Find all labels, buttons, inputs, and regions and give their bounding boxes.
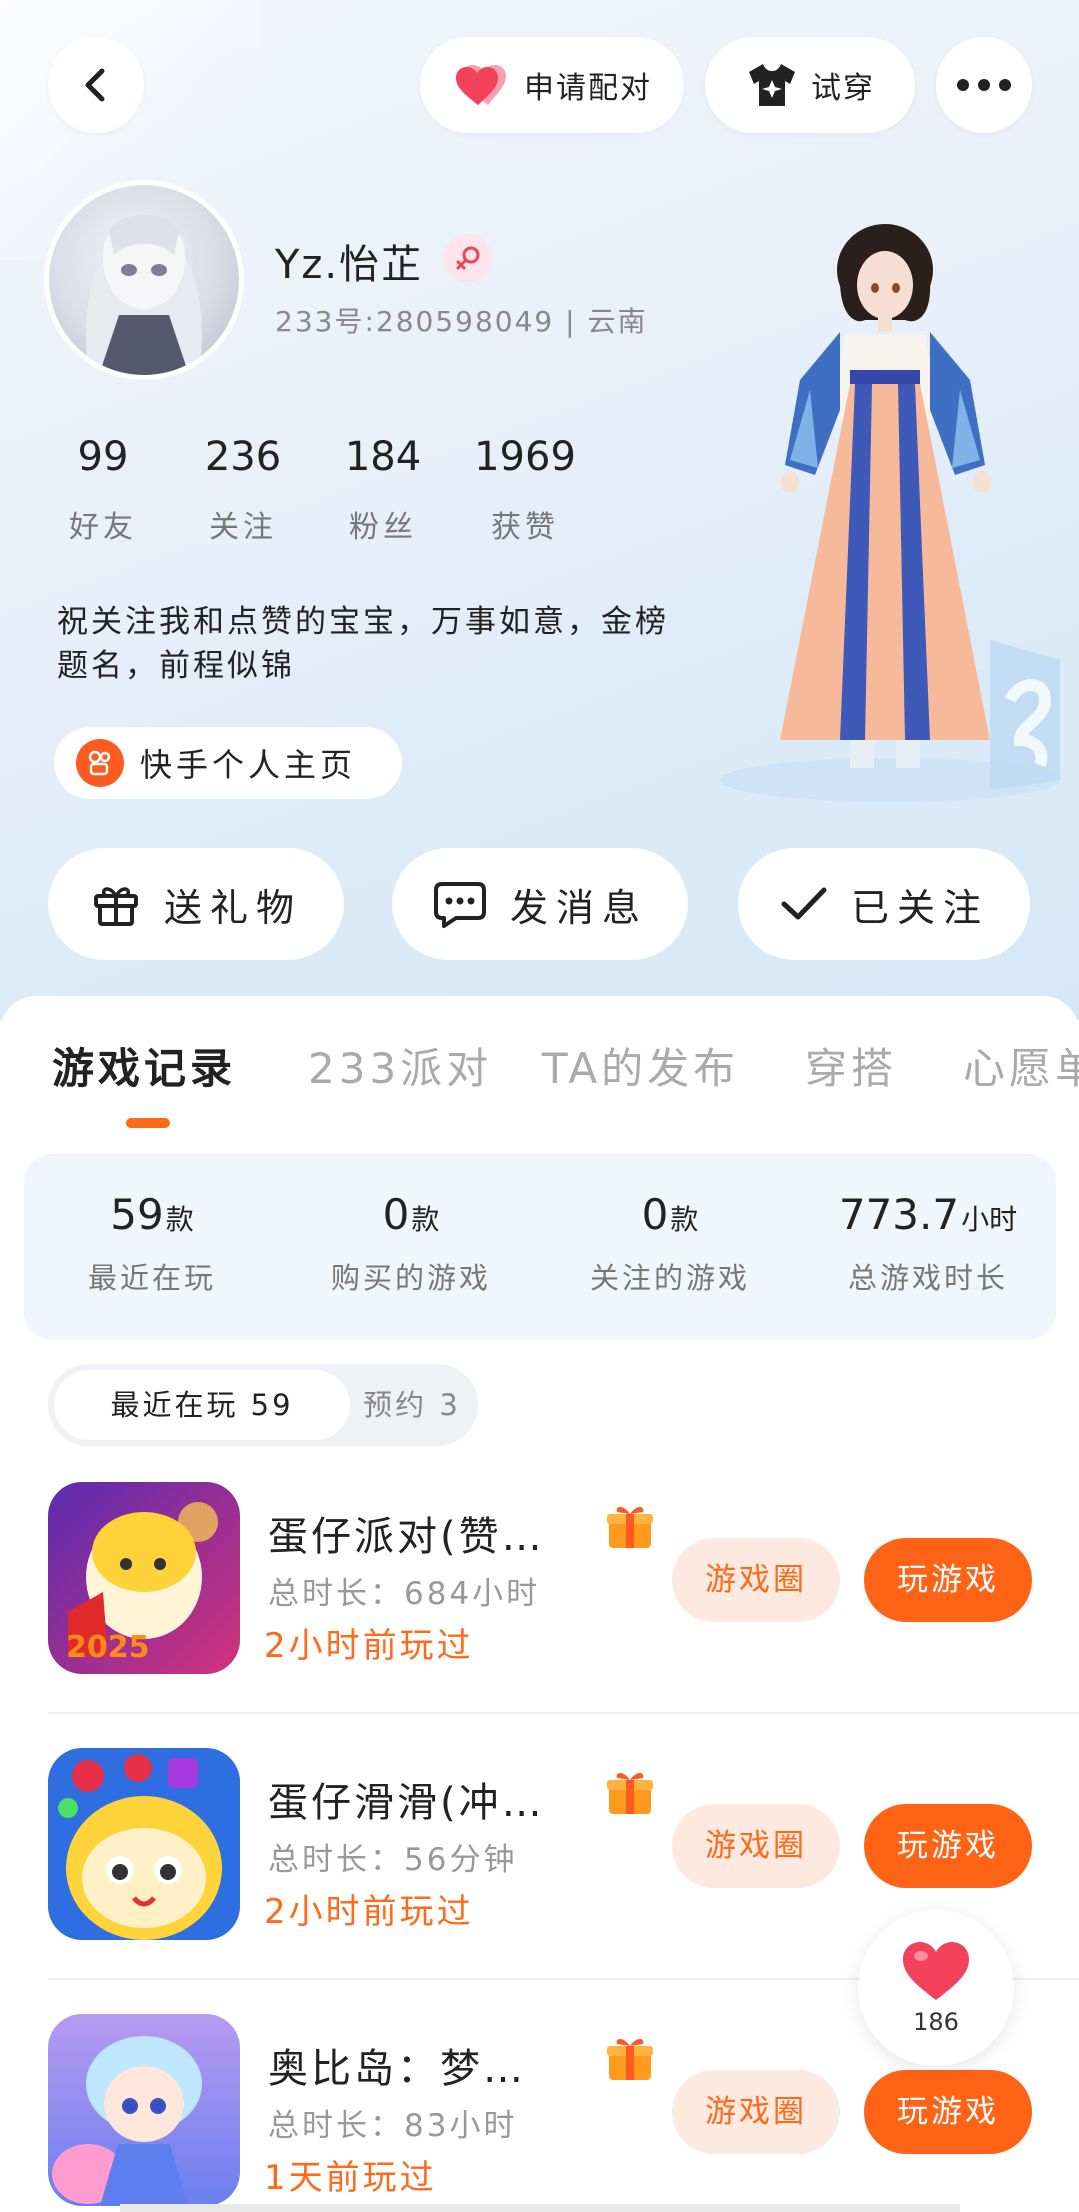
like-count: 186 bbox=[913, 2008, 959, 2036]
gift-box-icon[interactable] bbox=[605, 1768, 655, 1816]
stat-friends[interactable]: 99 好友 bbox=[48, 434, 158, 546]
play-game-button[interactable]: 玩游戏 bbox=[864, 1804, 1032, 1888]
game-stat-recent[interactable]: 59款 最近在玩 bbox=[32, 1190, 272, 1297]
filter-reserved[interactable]: 预约 3 bbox=[350, 1370, 474, 1440]
send-message-label: 发消息 bbox=[509, 885, 648, 930]
stat-label: 粉丝 bbox=[349, 510, 417, 545]
bottom-scroll-hint bbox=[120, 2204, 960, 2212]
active-tab-indicator bbox=[126, 1118, 170, 1128]
game-stat-purchased[interactable]: 0款 购买的游戏 bbox=[291, 1190, 531, 1297]
avatar-3d-character[interactable] bbox=[690, 220, 1070, 820]
try-on-button[interactable]: 试穿 bbox=[705, 37, 915, 133]
game-stat-value: 0 bbox=[641, 1190, 669, 1239]
filter-recent-playing[interactable]: 最近在玩 59 bbox=[54, 1370, 350, 1440]
tab-posts[interactable]: TA的发布 bbox=[542, 1035, 739, 1096]
game-stat-value: 0 bbox=[382, 1190, 410, 1239]
play-game-button[interactable]: 玩游戏 bbox=[864, 1538, 1032, 1622]
hearts-icon bbox=[456, 65, 506, 105]
stat-value: 99 bbox=[77, 434, 129, 480]
tab-233-party[interactable]: 233派对 bbox=[308, 1035, 492, 1096]
game-duration: 总时长：684小时 bbox=[268, 1576, 541, 1612]
game-title: 蛋仔派对(赞… bbox=[268, 1514, 545, 1560]
tab-wishlist[interactable]: 心愿单 bbox=[963, 1035, 1079, 1096]
play-game-button[interactable]: 玩游戏 bbox=[864, 2070, 1032, 2154]
like-floating-button[interactable]: 186 bbox=[858, 1910, 1014, 2066]
game-last-played: 1天前玩过 bbox=[264, 2158, 437, 2198]
send-gift-button[interactable]: 送礼物 bbox=[48, 848, 344, 960]
game-stat-total-time[interactable]: 773.7小时 总游戏时长 bbox=[808, 1190, 1048, 1297]
back-button[interactable] bbox=[48, 37, 144, 133]
avatar[interactable] bbox=[44, 180, 244, 380]
game-stat-value: 59 bbox=[110, 1190, 164, 1239]
game-icon-aobi-island[interactable] bbox=[48, 2014, 240, 2206]
game-stat-unit: 款 bbox=[670, 1203, 699, 1236]
game-stat-label: 购买的游戏 bbox=[330, 1261, 491, 1295]
game-stat-label: 关注的游戏 bbox=[589, 1261, 750, 1295]
kuaishou-icon bbox=[76, 739, 124, 787]
apply-match-button[interactable]: 申请配对 bbox=[420, 37, 684, 133]
game-title: 奥比岛：梦… bbox=[268, 2046, 526, 2092]
stat-label: 好友 bbox=[69, 510, 137, 545]
avatar-illustration bbox=[86, 215, 202, 375]
stat-value: 184 bbox=[344, 434, 422, 480]
send-gift-label: 送礼物 bbox=[163, 885, 302, 930]
followed-label: 已关注 bbox=[850, 885, 989, 930]
kuaishou-profile-link[interactable]: 快手个人主页 bbox=[54, 727, 402, 799]
stat-label: 获赞 bbox=[491, 510, 559, 545]
user-id-location: 233号:280598049 | 云南 bbox=[275, 305, 648, 338]
chevron-left-icon bbox=[85, 68, 105, 102]
game-icon-eggy-slide[interactable] bbox=[48, 1748, 240, 1940]
profile-page: 申请配对 试穿 Yz.怡芷 233号:280598049 | 云南 99 好友 … bbox=[0, 0, 1079, 2212]
username: Yz.怡芷 bbox=[275, 242, 424, 288]
kuaishou-link-label: 快手个人主页 bbox=[140, 746, 357, 784]
checkmark-icon bbox=[781, 887, 827, 920]
game-stat-unit: 款 bbox=[411, 1203, 440, 1236]
tab-game-records[interactable]: 游戏记录 bbox=[52, 1035, 236, 1096]
send-message-button[interactable]: 发消息 bbox=[392, 848, 688, 960]
game-stat-value: 773.7 bbox=[838, 1190, 960, 1239]
game-duration: 总时长：83小时 bbox=[268, 2108, 518, 2144]
game-stat-followed[interactable]: 0款 关注的游戏 bbox=[550, 1190, 790, 1297]
chat-bubble-icon bbox=[433, 882, 486, 928]
more-dots-icon bbox=[957, 79, 1011, 91]
game-last-played: 2小时前玩过 bbox=[264, 1626, 474, 1666]
heart-icon bbox=[903, 1942, 969, 2000]
game-icon-eggy-party[interactable]: 2025 bbox=[48, 1482, 240, 1674]
stat-label: 关注 bbox=[209, 510, 277, 545]
stat-value: 236 bbox=[204, 434, 282, 480]
try-on-label: 试穿 bbox=[811, 71, 875, 106]
tab-outfits[interactable]: 穿搭 bbox=[805, 1035, 897, 1096]
game-stat-label: 最近在玩 bbox=[87, 1261, 216, 1295]
list-divider bbox=[48, 1712, 1079, 1714]
game-stat-unit: 款 bbox=[165, 1203, 194, 1236]
female-icon bbox=[456, 246, 480, 270]
game-stat-unit: 小时 bbox=[961, 1203, 1018, 1236]
game-last-played: 2小时前玩过 bbox=[264, 1892, 474, 1932]
game-circle-button[interactable]: 游戏圈 bbox=[672, 2070, 840, 2154]
apply-match-label: 申请配对 bbox=[524, 71, 652, 106]
game-list-item[interactable]: 2025 蛋仔派对(赞… 总时长：684小时 2小时前玩过 游戏圈 玩游戏 bbox=[0, 1482, 1079, 1748]
stat-likes[interactable]: 1969 获赞 bbox=[470, 434, 580, 546]
stat-fans[interactable]: 184 粉丝 bbox=[328, 434, 438, 546]
profile-bio: 祝关注我和点赞的宝宝，万事如意，金榜题名，前程似锦 bbox=[57, 604, 669, 684]
more-button[interactable] bbox=[936, 37, 1032, 133]
character-illustration bbox=[720, 224, 1060, 802]
game-icon-year: 2025 bbox=[66, 1630, 150, 1665]
gift-box-icon[interactable] bbox=[605, 1502, 655, 1550]
game-circle-button[interactable]: 游戏圈 bbox=[672, 1538, 840, 1622]
game-circle-button[interactable]: 游戏圈 bbox=[672, 1804, 840, 1888]
tshirt-icon bbox=[749, 64, 795, 106]
game-title: 蛋仔滑滑(冲… bbox=[268, 1780, 545, 1826]
gender-badge bbox=[444, 234, 492, 282]
stat-value: 1969 bbox=[474, 434, 576, 480]
stat-following[interactable]: 236 关注 bbox=[188, 434, 298, 546]
gift-icon bbox=[93, 887, 138, 926]
followed-button[interactable]: 已关注 bbox=[738, 848, 1030, 960]
game-duration: 总时长：56分钟 bbox=[268, 1842, 518, 1878]
gift-box-icon[interactable] bbox=[605, 2034, 655, 2082]
game-filter-segment: 最近在玩 59 预约 3 bbox=[48, 1364, 478, 1446]
game-stat-label: 总游戏时长 bbox=[847, 1261, 1008, 1295]
